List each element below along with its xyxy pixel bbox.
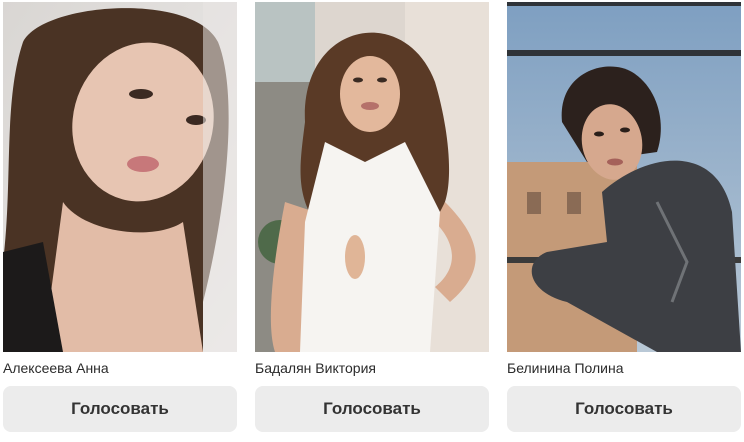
contestant-card: Бадалян Виктория Голосовать (255, 0, 489, 432)
contestant-card: Алексеева Анна Голосовать (3, 0, 237, 432)
contestant-photo[interactable] (3, 2, 237, 352)
contestant-grid: Алексеева Анна Голосовать Бадалян Виктор… (0, 0, 744, 442)
portrait-photo-icon (507, 2, 741, 352)
contestant-name: Белинина Полина (507, 360, 624, 376)
contestant-card: Белинина Полина Голосовать (507, 0, 741, 432)
vote-button[interactable]: Голосовать (3, 386, 237, 432)
contestant-photo[interactable] (507, 2, 741, 352)
vote-button[interactable]: Голосовать (255, 386, 489, 432)
contestant-name: Бадалян Виктория (255, 360, 376, 376)
vote-button[interactable]: Голосовать (507, 386, 741, 432)
portrait-photo-icon (3, 2, 237, 352)
contestant-photo[interactable] (255, 2, 489, 352)
portrait-photo-icon (255, 2, 489, 352)
contestant-name: Алексеева Анна (3, 360, 109, 376)
